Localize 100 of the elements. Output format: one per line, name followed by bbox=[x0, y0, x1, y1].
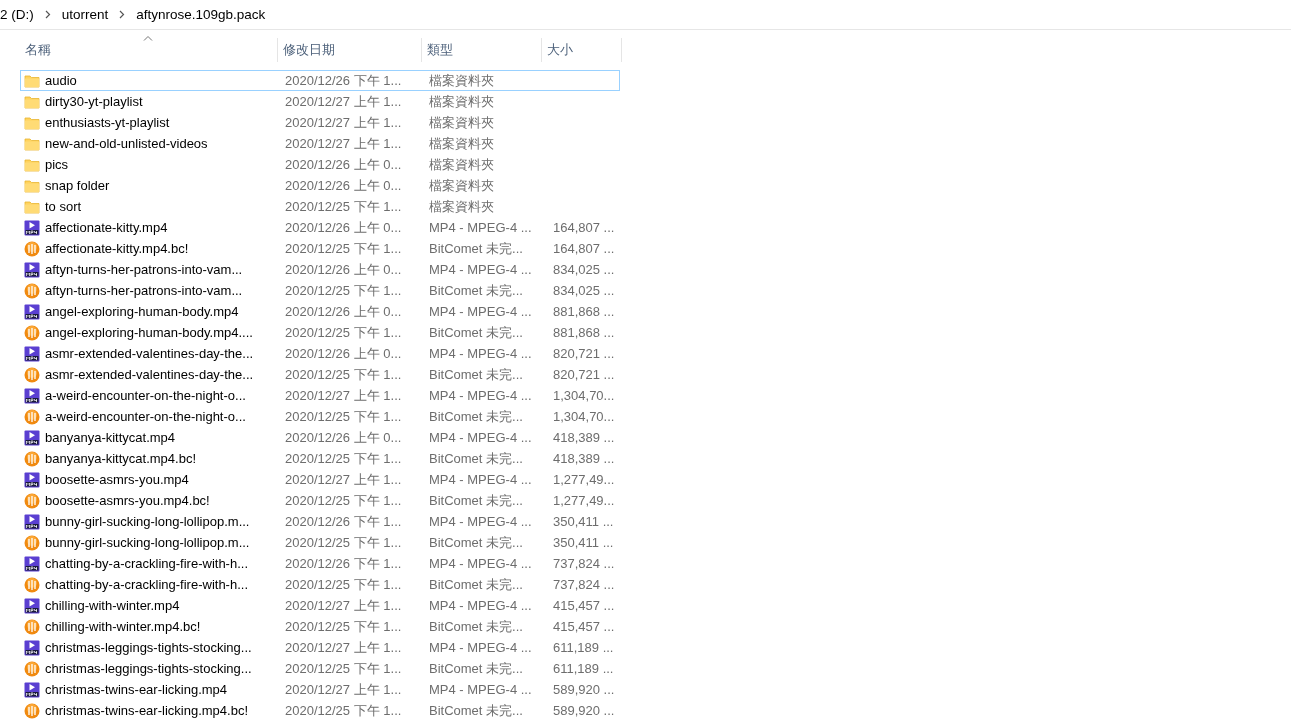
torrent-file-icon bbox=[24, 534, 40, 551]
folder-icon bbox=[24, 178, 40, 193]
file-size: 418,389 ... bbox=[553, 430, 615, 445]
breadcrumb-item[interactable]: utorrent bbox=[61, 7, 109, 22]
modified-date: 2020/12/25 下午 1... bbox=[285, 281, 402, 300]
video-file-icon bbox=[24, 345, 40, 362]
modified-date: 2020/12/26 上午 0... bbox=[285, 344, 402, 363]
chevron-icon[interactable] bbox=[44, 10, 51, 19]
column-header[interactable]: 名稱 bbox=[20, 38, 278, 62]
torrent-file-icon bbox=[24, 618, 40, 635]
modified-date: 2020/12/27 上午 1... bbox=[285, 638, 402, 657]
file-row[interactable]: bunny-girl-sucking-long-lollipop.m... 2020/12/25 下午 1... BitComet 未完... 350,411 ... bbox=[20, 532, 620, 553]
file-row[interactable]: affectionate-kitty.mp4 2020/12/26 上午 0... MP4 - MPEG-4 ... 164,807 ... bbox=[20, 217, 620, 238]
folder-icon bbox=[24, 199, 40, 214]
file-name: bunny-girl-sucking-long-lollipop.m... bbox=[45, 514, 250, 529]
file-row[interactable]: chilling-with-winter.mp4 2020/12/27 上午 1... MP4 - MPEG-4 ... 415,457 ... bbox=[20, 595, 620, 616]
modified-date: 2020/12/25 下午 1... bbox=[285, 701, 402, 720]
file-row[interactable]: christmas-leggings-tights-stocking... 2020/12/27 上午 1... MP4 - MPEG-4 ... 611,189 ... bbox=[20, 637, 620, 658]
file-name: asmr-extended-valentines-day-the... bbox=[45, 346, 254, 361]
file-size: 350,411 ... bbox=[553, 514, 614, 529]
video-file-icon bbox=[24, 639, 40, 656]
file-row[interactable]: boosette-asmrs-you.mp4 2020/12/27 上午 1... MP4 - MPEG-4 ... 1,277,49... bbox=[20, 469, 620, 490]
file-size: 881,868 ... bbox=[553, 325, 615, 340]
file-type: MP4 - MPEG-4 ... bbox=[429, 346, 532, 361]
torrent-file-icon bbox=[24, 366, 40, 383]
torrent-file-icon bbox=[24, 702, 40, 719]
file-row[interactable]: new-and-old-unlisted-videos 2020/12/27 上午 1... 檔案資料夾 bbox=[20, 133, 620, 154]
file-row[interactable]: angel-exploring-human-body.mp4.... 2020/12/25 下午 1... BitComet 未完... 881,868 ... bbox=[20, 322, 620, 343]
file-row[interactable]: bunny-girl-sucking-long-lollipop.m... 2020/12/26 下午 1... MP4 - MPEG-4 ... 350,411 ... bbox=[20, 511, 620, 532]
modified-date: 2020/12/25 下午 1... bbox=[285, 239, 402, 258]
file-size: 834,025 ... bbox=[553, 262, 615, 277]
file-type: 檔案資料夾 bbox=[429, 92, 494, 111]
file-size: 1,304,70... bbox=[553, 409, 615, 424]
file-size: 611,189 ... bbox=[553, 661, 614, 676]
file-row[interactable]: asmr-extended-valentines-day-the... 2020/12/26 上午 0... MP4 - MPEG-4 ... 820,721 ... bbox=[20, 343, 620, 364]
file-size: 415,457 ... bbox=[553, 598, 615, 613]
file-row[interactable]: banyanya-kittycat.mp4 2020/12/26 上午 0... MP4 - MPEG-4 ... 418,389 ... bbox=[20, 427, 620, 448]
file-name: affectionate-kitty.mp4 bbox=[45, 220, 168, 235]
file-type: MP4 - MPEG-4 ... bbox=[429, 430, 532, 445]
column-header[interactable]: 修改日期 bbox=[278, 38, 422, 62]
file-row[interactable]: audio 2020/12/26 下午 1... 檔案資料夾 bbox=[20, 70, 620, 91]
torrent-file-icon bbox=[24, 408, 40, 425]
column-header[interactable]: 大小 bbox=[542, 38, 622, 62]
file-row[interactable]: christmas-twins-ear-licking.mp4 2020/12/27 上午 1... MP4 - MPEG-4 ... 589,920 ... bbox=[20, 679, 620, 700]
modified-date: 2020/12/27 上午 1... bbox=[285, 92, 402, 111]
torrent-file-icon bbox=[24, 492, 40, 509]
modified-date: 2020/12/25 下午 1... bbox=[285, 575, 402, 594]
file-type: 檔案資料夾 bbox=[429, 155, 494, 174]
file-row[interactable]: angel-exploring-human-body.mp4 2020/12/26 上午 0... MP4 - MPEG-4 ... 881,868 ... bbox=[20, 301, 620, 322]
file-row[interactable]: banyanya-kittycat.mp4.bc! 2020/12/25 下午 1... BitComet 未完... 418,389 ... bbox=[20, 448, 620, 469]
file-name: aftyn-turns-her-patrons-into-vam... bbox=[45, 283, 243, 298]
file-row[interactable]: boosette-asmrs-you.mp4.bc! 2020/12/25 下午 1... BitComet 未完... 1,277,49... bbox=[20, 490, 620, 511]
file-row[interactable]: dirty30-yt-playlist 2020/12/27 上午 1... 檔案資料夾 bbox=[20, 91, 620, 112]
file-row[interactable]: aftyn-turns-her-patrons-into-vam... 2020/12/25 下午 1... BitComet 未完... 834,025 ... bbox=[20, 280, 620, 301]
file-type: BitComet 未完... bbox=[429, 449, 523, 468]
file-row[interactable]: a-weird-encounter-on-the-night-o... 2020/12/27 上午 1... MP4 - MPEG-4 ... 1,304,70... bbox=[20, 385, 620, 406]
file-type: MP4 - MPEG-4 ... bbox=[429, 640, 532, 655]
file-row[interactable]: to sort 2020/12/25 下午 1... 檔案資料夾 bbox=[20, 196, 620, 217]
breadcrumb-item[interactable]: aftynrose.109gb.pack bbox=[136, 7, 266, 22]
folder-icon bbox=[24, 73, 40, 88]
file-name: christmas-leggings-tights-stocking... bbox=[45, 661, 252, 676]
file-row[interactable]: asmr-extended-valentines-day-the... 2020/12/25 下午 1... BitComet 未完... 820,721 ... bbox=[20, 364, 620, 385]
file-type: 檔案資料夾 bbox=[429, 176, 494, 195]
modified-date: 2020/12/27 上午 1... bbox=[285, 386, 402, 405]
file-row[interactable]: christmas-twins-ear-licking.mp4.bc! 2020/12/25 下午 1... BitComet 未完... 589,920 ... bbox=[20, 700, 620, 721]
chevron-icon[interactable] bbox=[119, 10, 126, 19]
file-type: BitComet 未完... bbox=[429, 533, 523, 552]
torrent-file-icon bbox=[24, 282, 40, 299]
file-size: 415,457 ... bbox=[553, 619, 615, 634]
file-type: MP4 - MPEG-4 ... bbox=[429, 304, 532, 319]
column-header[interactable]: 類型 bbox=[422, 38, 542, 62]
video-file-icon bbox=[24, 597, 40, 614]
modified-date: 2020/12/27 上午 1... bbox=[285, 470, 402, 489]
file-row[interactable]: pics 2020/12/26 上午 0... 檔案資料夾 bbox=[20, 154, 620, 175]
file-name: pics bbox=[45, 157, 69, 172]
file-row[interactable]: enthusiasts-yt-playlist 2020/12/27 上午 1... 檔案資料夾 bbox=[20, 112, 620, 133]
file-name: new-and-old-unlisted-videos bbox=[45, 136, 208, 151]
file-name: enthusiasts-yt-playlist bbox=[45, 115, 170, 130]
file-name: aftyn-turns-her-patrons-into-vam... bbox=[45, 262, 243, 277]
file-type: MP4 - MPEG-4 ... bbox=[429, 472, 532, 487]
file-type: BitComet 未完... bbox=[429, 575, 523, 594]
file-size: 589,920 ... bbox=[553, 703, 615, 718]
file-row[interactable]: a-weird-encounter-on-the-night-o... 2020/12/25 下午 1... BitComet 未完... 1,304,70... bbox=[20, 406, 620, 427]
file-row[interactable]: chilling-with-winter.mp4.bc! 2020/12/25 下午 1... BitComet 未完... 415,457 ... bbox=[20, 616, 620, 637]
file-row[interactable]: affectionate-kitty.mp4.bc! 2020/12/25 下午 1... BitComet 未完... 164,807 ... bbox=[20, 238, 620, 259]
file-name: snap folder bbox=[45, 178, 110, 193]
file-row[interactable]: aftyn-turns-her-patrons-into-vam... 2020/12/26 上午 0... MP4 - MPEG-4 ... 834,025 ... bbox=[20, 259, 620, 280]
file-row[interactable]: snap folder 2020/12/26 上午 0... 檔案資料夾 bbox=[20, 175, 620, 196]
breadcrumb-item[interactable]: 2 (D:) bbox=[0, 7, 34, 22]
modified-date: 2020/12/25 下午 1... bbox=[285, 491, 402, 510]
modified-date: 2020/12/25 下午 1... bbox=[285, 617, 402, 636]
file-row[interactable]: chatting-by-a-crackling-fire-with-h... 2020/12/25 下午 1... BitComet 未完... 737,824 ... bbox=[20, 574, 620, 595]
file-size: 164,807 ... bbox=[553, 241, 615, 256]
file-type: BitComet 未完... bbox=[429, 365, 523, 384]
modified-date: 2020/12/26 上午 0... bbox=[285, 176, 402, 195]
file-row[interactable]: chatting-by-a-crackling-fire-with-h... 2020/12/26 下午 1... MP4 - MPEG-4 ... 737,824 ... bbox=[20, 553, 620, 574]
file-row[interactable]: christmas-leggings-tights-stocking... 2020/12/25 下午 1... BitComet 未完... 611,189 ... bbox=[20, 658, 620, 679]
file-type: MP4 - MPEG-4 ... bbox=[429, 514, 532, 529]
folder-icon bbox=[24, 94, 40, 109]
file-name: christmas-twins-ear-licking.mp4.bc! bbox=[45, 703, 248, 718]
